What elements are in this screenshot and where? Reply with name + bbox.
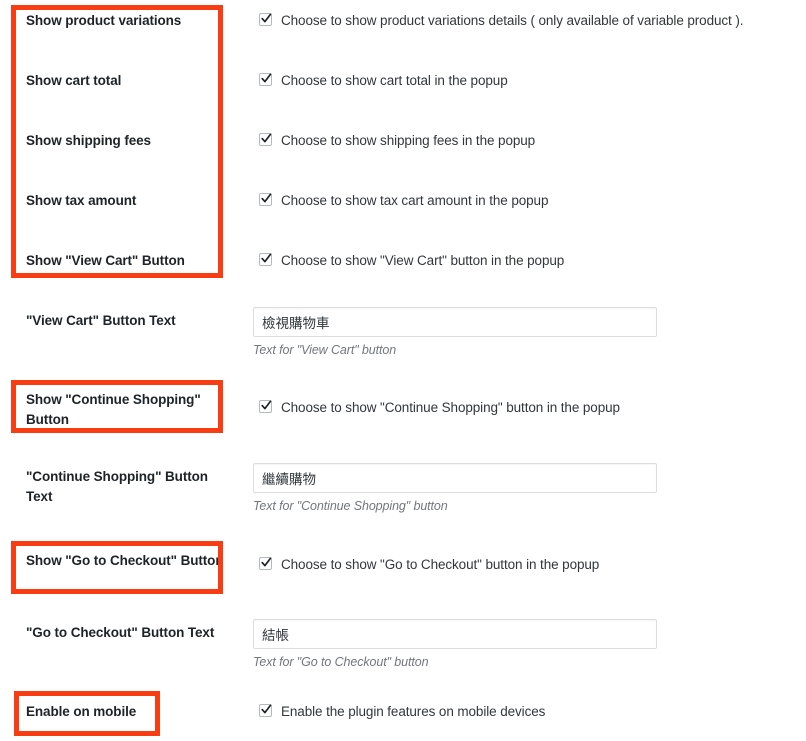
settings-form: Show product variations Choose to show p… [0, 0, 806, 741]
check-icon[interactable] [259, 704, 272, 717]
setting-label-show-continue-shopping-button: Show "Continue Shopping" Button [26, 392, 201, 427]
check-icon[interactable] [259, 253, 272, 266]
setting-field-show-tax-amount: Choose to show tax cart amount in the po… [253, 191, 798, 211]
setting-field-show-shipping-fees: Choose to show shipping fees in the popu… [253, 131, 798, 151]
checkbox-description-enable-on-mobile: Enable the plugin features on mobile dev… [281, 704, 546, 719]
setting-field-go-to-checkout-button-text: Text for "Go to Checkout" button [253, 619, 798, 670]
checkbox-description-show-tax-amount: Choose to show tax cart amount in the po… [281, 193, 549, 208]
setting-label-enable-on-mobile: Enable on mobile [26, 704, 137, 719]
setting-field-show-continue-shopping-button: Choose to show "Continue Shopping" butto… [253, 398, 798, 418]
checkbox-description-show-go-to-checkout-button: Choose to show "Go to Checkout" button i… [281, 557, 600, 572]
setting-label-show-cart-total: Show cart total [26, 73, 122, 88]
continue-shopping-button-text-input[interactable] [253, 463, 657, 493]
checkbox-description-show-shipping-fees: Choose to show shipping fees in the popu… [281, 133, 536, 148]
check-icon[interactable] [259, 193, 272, 206]
checkbox-row-show-continue-shopping-button[interactable]: Choose to show "Continue Shopping" butto… [253, 398, 798, 418]
checkbox-description-show-cart-total: Choose to show cart total in the popup [281, 73, 508, 88]
setting-label-view-cart-button-text: "View Cart" Button Text [26, 313, 176, 328]
checkbox-description-show-continue-shopping-button: Choose to show "Continue Shopping" butto… [281, 400, 620, 415]
help-text-continue-shopping-button-text: Text for "Continue Shopping" button [253, 499, 448, 513]
setting-field-show-view-cart-button: Choose to show "View Cart" button in the… [253, 251, 798, 271]
setting-label-show-view-cart-button: Show "View Cart" Button [26, 253, 185, 268]
view-cart-button-text-input[interactable] [253, 307, 657, 337]
go-to-checkout-button-text-input[interactable] [253, 619, 657, 649]
setting-field-enable-on-mobile: Enable the plugin features on mobile dev… [253, 702, 798, 722]
check-icon[interactable] [259, 400, 272, 413]
help-text-go-to-checkout-button-text: Text for "Go to Checkout" button [253, 655, 429, 669]
setting-label-show-product-variations: Show product variations [26, 13, 182, 28]
checkbox-row-enable-on-mobile[interactable]: Enable the plugin features on mobile dev… [253, 702, 798, 722]
checkbox-row-show-go-to-checkout-button[interactable]: Choose to show "Go to Checkout" button i… [253, 555, 798, 575]
setting-label-continue-shopping-button-text: "Continue Shopping" Button Text [26, 469, 208, 504]
setting-label-go-to-checkout-button-text: "Go to Checkout" Button Text [26, 625, 215, 640]
check-icon[interactable] [259, 557, 272, 570]
checkbox-description-show-product-variations: Choose to show product variations detail… [281, 13, 744, 28]
checkbox-row-show-view-cart-button[interactable]: Choose to show "View Cart" button in the… [253, 251, 798, 271]
checkbox-row-show-product-variations[interactable]: Choose to show product variations detail… [253, 11, 798, 31]
check-icon[interactable] [259, 133, 272, 146]
setting-label-show-tax-amount: Show tax amount [26, 193, 137, 208]
checkbox-row-show-cart-total[interactable]: Choose to show cart total in the popup [253, 71, 798, 91]
setting-label-show-shipping-fees: Show shipping fees [26, 133, 151, 148]
check-icon[interactable] [259, 73, 272, 86]
checkbox-description-show-view-cart-button: Choose to show "View Cart" button in the… [281, 253, 565, 268]
setting-field-show-go-to-checkout-button: Choose to show "Go to Checkout" button i… [253, 555, 798, 575]
setting-field-show-cart-total: Choose to show cart total in the popup [253, 71, 798, 91]
setting-field-view-cart-button-text: Text for "View Cart" button [253, 307, 798, 358]
setting-field-continue-shopping-button-text: Text for "Continue Shopping" button [253, 463, 798, 514]
checkbox-row-show-shipping-fees[interactable]: Choose to show shipping fees in the popu… [253, 131, 798, 151]
setting-label-show-go-to-checkout-button: Show "Go to Checkout" Button [26, 553, 224, 568]
setting-field-show-product-variations: Choose to show product variations detail… [253, 11, 798, 31]
checkbox-row-show-tax-amount[interactable]: Choose to show tax cart amount in the po… [253, 191, 798, 211]
check-icon[interactable] [259, 13, 272, 26]
help-text-view-cart-button-text: Text for "View Cart" button [253, 343, 397, 357]
